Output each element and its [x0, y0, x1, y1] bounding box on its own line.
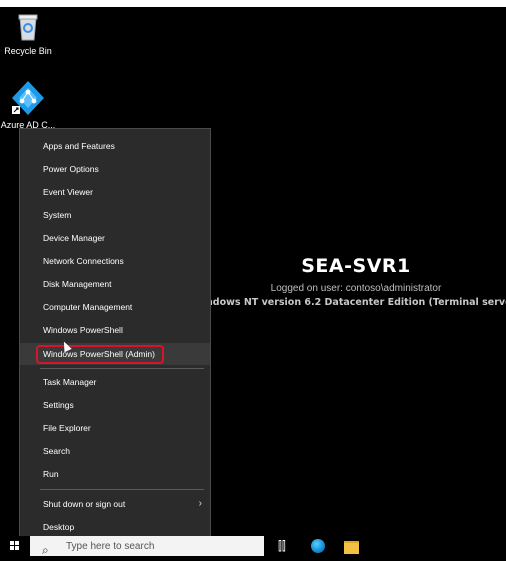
- menu-item-windows-powershell[interactable]: Windows PowerShell: [20, 319, 210, 341]
- menu-item-network-connections[interactable]: Network Connections: [20, 250, 210, 272]
- menu-item-computer-management[interactable]: Computer Management: [20, 296, 210, 318]
- menu-separator: [40, 489, 204, 490]
- taskbar-search-box[interactable]: ⌕ Type here to search: [30, 536, 264, 557]
- file-explorer-icon[interactable]: [344, 541, 359, 554]
- taskbar: ⌕ Type here to search ⫿⫿: [0, 536, 506, 557]
- menu-item-device-manager[interactable]: Device Manager: [20, 227, 210, 249]
- menu-item-task-manager[interactable]: Task Manager: [20, 371, 210, 393]
- azure-ad-icon: [12, 81, 44, 115]
- desktop-icon-label: Recycle Bin: [4, 46, 52, 56]
- chevron-right-icon: ›: [198, 498, 202, 509]
- highlight-annotation: [36, 345, 164, 364]
- menu-separator: [40, 368, 204, 369]
- task-view-icon[interactable]: ⫿⫿: [278, 539, 286, 553]
- menu-item-settings[interactable]: Settings: [20, 394, 210, 416]
- edge-icon[interactable]: [311, 539, 325, 553]
- search-icon: ⌕: [42, 543, 49, 557]
- menu-item-event-viewer[interactable]: Event Viewer: [20, 181, 210, 203]
- menu-item-power-options[interactable]: Power Options: [20, 158, 210, 180]
- menu-item-file-explorer[interactable]: File Explorer: [20, 417, 210, 439]
- winx-menu: Apps and Features Power Options Event Vi…: [19, 128, 211, 544]
- menu-item-system[interactable]: System: [20, 204, 210, 226]
- recycle-bin-icon: [18, 14, 38, 41]
- logged-on-user: Logged on user: contoso\administrator: [270, 283, 442, 294]
- menu-item-label: Shut down or sign out: [43, 499, 126, 509]
- desktop-icon-azure-ad[interactable]: Azure AD C...: [0, 80, 56, 130]
- desktop-icon-recycle-bin[interactable]: Recycle Bin: [0, 12, 56, 56]
- menu-item-apps-and-features[interactable]: Apps and Features: [20, 135, 210, 157]
- start-icon[interactable]: [10, 541, 20, 551]
- hostname: SEA-SVR1: [301, 255, 411, 277]
- os-version: ndows NT version 6.2 Datacenter Edition …: [206, 297, 506, 308]
- menu-item-desktop[interactable]: Desktop: [20, 516, 210, 538]
- top-strip: [0, 0, 506, 7]
- bginfo-panel: SEA-SVR1 Logged on user: contoso\adminis…: [206, 255, 506, 308]
- menu-item-run[interactable]: Run: [20, 463, 210, 485]
- menu-item-disk-management[interactable]: Disk Management: [20, 273, 210, 295]
- menu-item-shut-down-or-sign-out[interactable]: Shut down or sign out ›: [20, 493, 210, 515]
- menu-item-search[interactable]: Search: [20, 440, 210, 462]
- search-placeholder: Type here to search: [66, 541, 155, 552]
